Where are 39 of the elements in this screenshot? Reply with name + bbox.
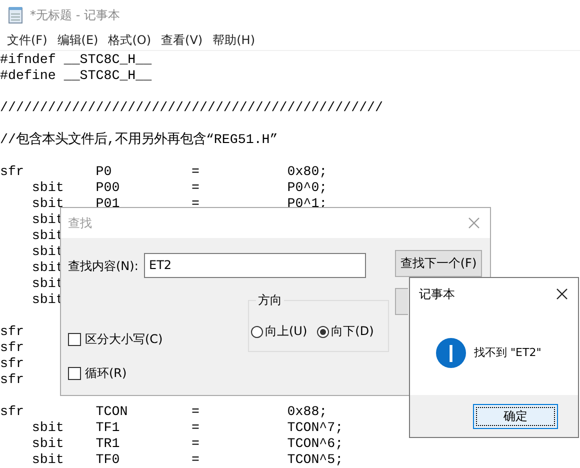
code-line: sbit P01 = P0^1; — [30, 196, 328, 211]
code-line: sbit TR1 = TCON^6; — [30, 436, 344, 451]
code-line: #ifndef __STC8C_H__ — [0, 52, 152, 67]
menu-item[interactable]: 格式(O) — [103, 32, 156, 48]
notepad-icon — [8, 6, 24, 24]
menu-item[interactable]: 编辑(E) — [52, 32, 104, 48]
code-line: #define __STC8C_H__ — [0, 68, 152, 83]
find-input[interactable]: ET2 — [144, 253, 366, 278]
code-line: sfr — [0, 356, 24, 371]
dialog-title: 记事本 — [419, 286, 455, 302]
close-icon[interactable] — [556, 288, 568, 300]
checkbox-label: 区分大小写(C) — [85, 331, 163, 348]
code-line: sfr P0 = 0x80; — [0, 164, 328, 179]
checkbox[interactable] — [68, 333, 81, 346]
window-title: *无标题 - 记事本 — [30, 6, 120, 24]
radio-label: 向上(U) — [265, 323, 308, 340]
ok-button[interactable]: 确定 — [473, 404, 558, 428]
code-line: sfr — [0, 372, 24, 387]
code-line: //////////////////////////////////////////////// — [0, 100, 384, 115]
menu-item[interactable]: 文件(F) — [2, 32, 52, 48]
code-line: //包含本头文件后,不用另外再包含“REG51.H” — [0, 132, 278, 147]
code-line: sbit TF0 = TCON^5; — [30, 452, 344, 467]
message-text: 找不到 "ET2" — [474, 345, 542, 360]
find-next-button[interactable]: 查找下一个(F) — [395, 250, 482, 277]
menu-item[interactable]: 帮助(H) — [208, 32, 260, 48]
dialog-title: 查找 — [68, 214, 92, 232]
checkbox-label: 循环(R) — [85, 365, 127, 382]
info-icon — [436, 338, 466, 368]
code-line: sfr TCON = 0x88; — [0, 404, 328, 419]
find-label: 查找内容(N): — [68, 258, 138, 275]
code-line: sfr — [0, 324, 24, 339]
radio-button[interactable] — [317, 326, 330, 338]
radio-button[interactable] — [251, 326, 263, 338]
checkbox[interactable] — [68, 367, 81, 380]
code-line: sbit P00 = P0^0; — [30, 180, 328, 195]
code-line: sfr — [0, 340, 24, 355]
menu-item[interactable]: 查看(V) — [156, 32, 208, 48]
code-line: sbit TF1 = TCON^7; — [30, 420, 344, 435]
radio-label: 向下(D) — [331, 323, 374, 340]
